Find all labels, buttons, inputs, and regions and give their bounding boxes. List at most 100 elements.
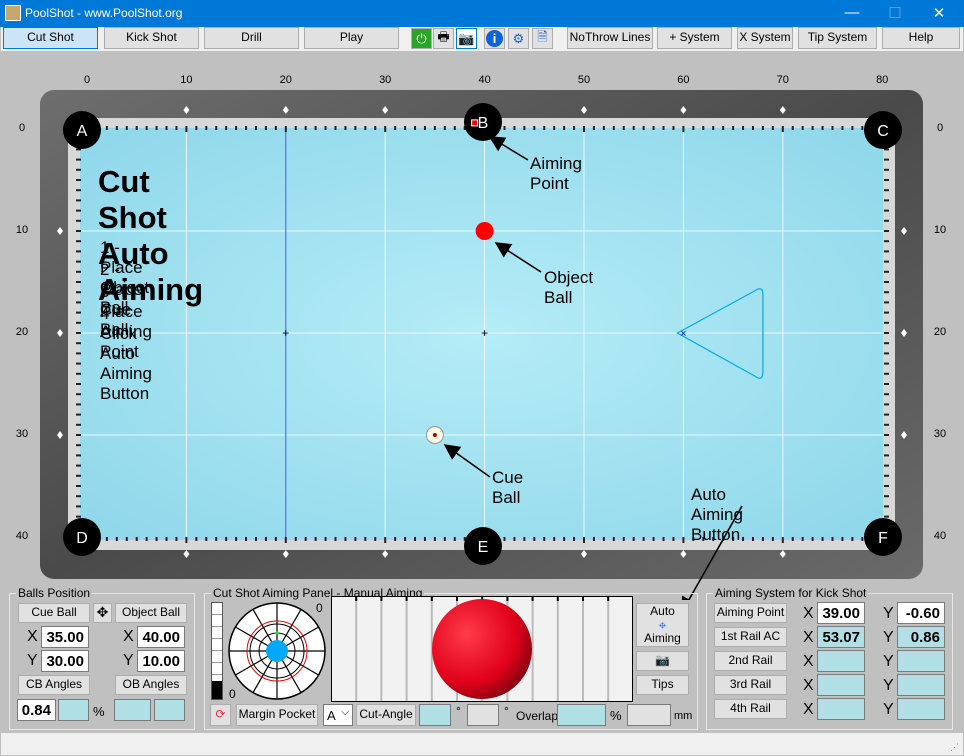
kick-y-field[interactable]: 0.86 — [897, 626, 945, 648]
kick-row-button[interactable]: 1st Rail AC — [714, 627, 787, 647]
camera-button[interactable]: 📷 — [636, 651, 689, 671]
kick-x-field[interactable]: 39.00 — [817, 602, 865, 624]
rail-tick — [523, 126, 526, 130]
rail-tick — [712, 126, 715, 130]
rail-tick — [394, 537, 397, 541]
power-meter[interactable] — [211, 602, 223, 700]
rail-tick — [205, 126, 208, 130]
rail-tick — [175, 126, 178, 130]
kick-row-button[interactable]: 2nd Rail — [714, 651, 787, 671]
kick-y-field[interactable] — [897, 698, 945, 720]
pocket-select[interactable]: A ⌵ — [323, 704, 353, 726]
rail-tick — [324, 126, 327, 130]
overlap-tick — [556, 597, 559, 601]
degree-label-2: ° — [504, 704, 509, 718]
rail-tick — [76, 444, 81, 447]
rail-tick — [135, 537, 138, 541]
kick-y-field[interactable] — [897, 650, 945, 672]
rail-tick — [76, 321, 81, 324]
step-4: 4 - Click Auto Aiming Button — [100, 304, 152, 403]
degree-label-1: ° — [456, 704, 461, 718]
cb-value-field[interactable]: 0.84 — [17, 699, 56, 721]
kick-x-label: X — [803, 653, 814, 670]
rail-tick — [384, 537, 387, 543]
pocket-label: A — [77, 123, 88, 140]
tips-button[interactable]: Tips — [636, 675, 689, 695]
auto-aiming-button[interactable]: Auto ⌖ Aiming — [636, 603, 689, 647]
rail-tick — [583, 537, 585, 543]
rail-tick — [662, 537, 665, 541]
margin-pocket-button[interactable]: Margin Pocket — [236, 704, 318, 726]
rail-tick — [433, 126, 436, 130]
overlap-field — [557, 704, 606, 726]
object-ball-button[interactable]: Object Ball — [115, 603, 187, 623]
kick-y-field[interactable] — [897, 674, 945, 696]
rail-tick — [404, 126, 407, 130]
cb-y-input[interactable]: 30.00 — [41, 650, 89, 672]
rail-tick — [884, 352, 889, 355]
rail-tick — [76, 199, 81, 202]
rail-tick — [145, 537, 148, 541]
cue-ball-button[interactable]: Cue Ball — [18, 603, 90, 623]
rail-tick — [884, 230, 889, 232]
rail-tick — [761, 537, 764, 541]
refresh-icon[interactable]: ⟳ — [210, 704, 231, 726]
rail-tick — [314, 537, 317, 541]
ball-overlap-view[interactable] — [331, 596, 633, 702]
rail-tick — [76, 352, 81, 355]
kick-row-button[interactable]: Aiming Point — [714, 603, 787, 623]
rail-tick — [404, 537, 407, 541]
cb-angles-button[interactable]: CB Angles — [18, 675, 90, 695]
rail-tick — [851, 126, 854, 130]
rail-tick — [801, 537, 804, 541]
rail-tick — [884, 281, 889, 283]
kick-x-field[interactable] — [817, 650, 865, 672]
rail-tick — [423, 126, 426, 130]
rail-tick — [105, 537, 108, 541]
kick-row-button[interactable]: 4th Rail — [714, 699, 787, 719]
rail-tick — [841, 126, 844, 130]
rail-tick — [884, 362, 889, 365]
cue-tip-target[interactable] — [227, 601, 327, 701]
rail-tick — [652, 126, 655, 130]
aiming-point-annotation: Aiming Point — [530, 154, 582, 193]
rail-tick — [245, 126, 248, 130]
ob-x-input[interactable]: 40.00 — [137, 626, 185, 648]
kick-x-field[interactable] — [817, 698, 865, 720]
rail-tick — [884, 495, 889, 498]
rail-tick — [831, 126, 834, 130]
rail-tick — [811, 126, 814, 130]
rail-tick — [76, 434, 81, 436]
overlap-tick — [430, 597, 433, 601]
move-icon[interactable]: ✥ — [93, 603, 112, 623]
overlap-tick — [582, 597, 584, 601]
rail-tick — [433, 537, 436, 541]
kick-x-field[interactable]: 53.07 — [817, 626, 865, 648]
rail-tick — [702, 126, 705, 130]
rail-tick — [374, 537, 377, 541]
rail-tick — [364, 537, 367, 541]
rail-tick — [374, 126, 377, 130]
cut-angle-button[interactable]: Cut-Angle — [356, 704, 416, 726]
crosshair-icon: ⌖ — [658, 616, 667, 633]
kick-y-field[interactable]: -0.60 — [897, 602, 945, 624]
cb-x-input[interactable]: 35.00 — [41, 626, 89, 648]
rail-tick — [215, 537, 218, 541]
rail-tick — [884, 270, 889, 273]
kick-row-button[interactable]: 3rd Rail — [714, 675, 787, 695]
ob-y-input[interactable]: 10.00 — [137, 650, 185, 672]
ob-x-label: X — [123, 628, 134, 645]
ob-angles-button[interactable]: OB Angles — [115, 675, 187, 695]
kick-x-label: X — [803, 701, 814, 718]
rail-tick — [781, 126, 784, 132]
cb-y-label: Y — [27, 652, 38, 669]
rail-tick — [503, 537, 506, 541]
rail-tick — [884, 321, 889, 324]
resize-grip-icon[interactable]: ⋰ — [950, 742, 959, 753]
rail-tick — [76, 485, 81, 487]
rail-tick — [884, 311, 889, 314]
rail-tick — [344, 537, 347, 541]
kick-x-field[interactable] — [817, 674, 865, 696]
rail-tick — [884, 168, 889, 171]
rail-tick — [155, 126, 158, 130]
